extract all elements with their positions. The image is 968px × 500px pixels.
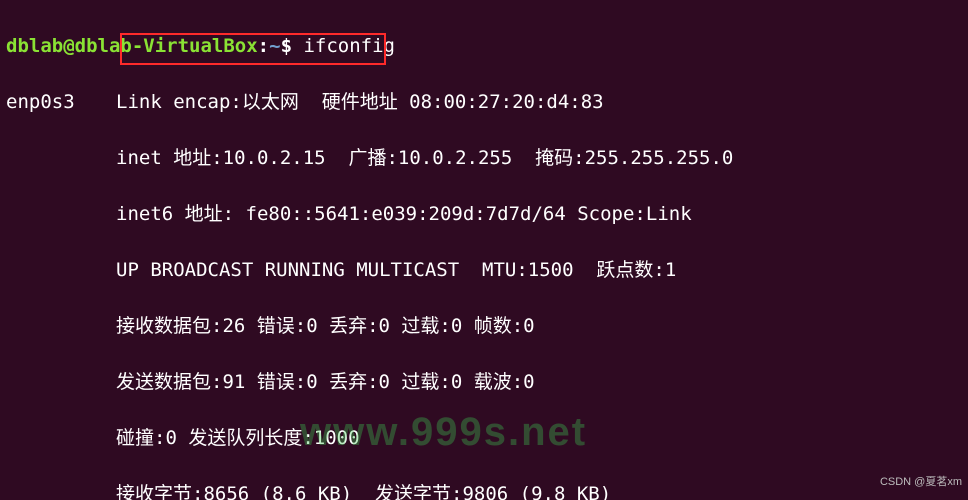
iface1-inet6: inet6 地址: fe80::5641:e039:209d:7d7d/64 S… <box>116 200 692 228</box>
iface1-line1: enp0s3Link encap:以太网 硬件地址 08:00:27:20:d4… <box>6 88 962 116</box>
iface1-line4: UP BROADCAST RUNNING MULTICAST MTU:1500 … <box>6 256 962 284</box>
iface1-flags: UP BROADCAST RUNNING MULTICAST MTU:1500 … <box>116 256 676 284</box>
iface1-tx-packets: 发送数据包:91 错误:0 丢弃:0 过载:0 载波:0 <box>116 368 535 396</box>
prompt-line: dblab@dblab-VirtualBox:~$ ifconfig <box>6 32 962 60</box>
iface1-line5: 接收数据包:26 错误:0 丢弃:0 过载:0 帧数:0 <box>6 312 962 340</box>
iface1-line6: 发送数据包:91 错误:0 丢弃:0 过载:0 载波:0 <box>6 368 962 396</box>
iface1-collisions: 碰撞:0 发送队列长度:1000 <box>116 424 360 452</box>
iface1-rx-packets: 接收数据包:26 错误:0 丢弃:0 过载:0 帧数:0 <box>116 312 535 340</box>
iface1-link: Link encap:以太网 硬件地址 08:00:27:20:d4:83 <box>116 88 604 116</box>
terminal-output[interactable]: dblab@dblab-VirtualBox:~$ ifconfig enp0s… <box>0 0 968 500</box>
command-text: ifconfig <box>303 35 395 57</box>
credit-text: CSDN @夏茗xm <box>880 468 962 496</box>
iface1-inet-highlighted: inet 地址:10.0.2.15 <box>116 147 326 169</box>
prompt-user: dblab@dblab-VirtualBox <box>6 35 258 57</box>
iface1-name: enp0s3 <box>6 88 116 116</box>
iface1-bcast: 广播:10.0.2.255 掩码:255.255.255.0 <box>326 147 734 169</box>
iface1-bytes: 接收字节:8656 (8.6 KB) 发送字节:9806 (9.8 KB) <box>116 480 611 500</box>
iface1-line8: 接收字节:8656 (8.6 KB) 发送字节:9806 (9.8 KB) <box>6 480 962 500</box>
prompt-path: ~ <box>269 35 280 57</box>
prompt-dollar: $ <box>281 35 304 57</box>
iface1-line2: inet 地址:10.0.2.15 广播:10.0.2.255 掩码:255.2… <box>6 144 962 172</box>
iface1-line7: 碰撞:0 发送队列长度:1000 <box>6 424 962 452</box>
iface1-line3: inet6 地址: fe80::5641:e039:209d:7d7d/64 S… <box>6 200 962 228</box>
prompt-sep: : <box>258 35 269 57</box>
